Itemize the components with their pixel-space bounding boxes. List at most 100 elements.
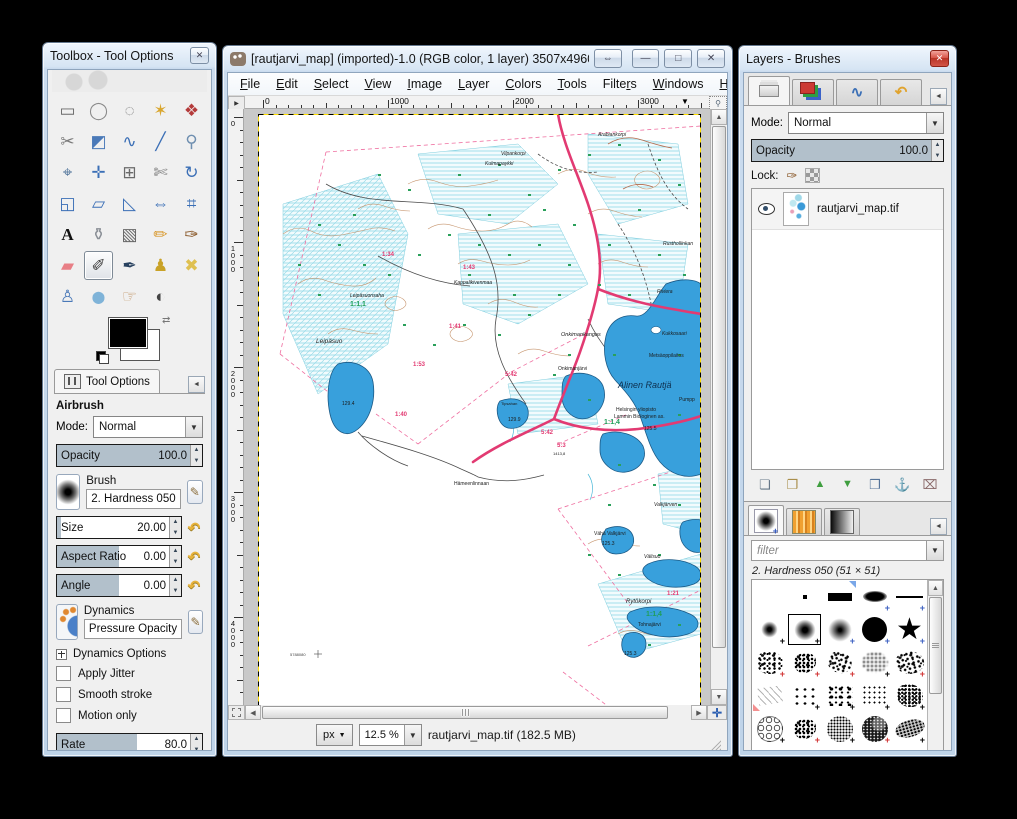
vertical-scrollbar[interactable]: ▲ ▼ bbox=[710, 109, 727, 705]
brush-item[interactable]: + bbox=[787, 679, 822, 712]
maximize-button[interactable]: □ bbox=[664, 49, 692, 68]
brush-item[interactable]: + bbox=[892, 679, 927, 712]
image-window-titlebar[interactable]: [rautjarvi_map] (imported)-1.0 (RGB colo… bbox=[223, 46, 732, 71]
delete-layer-button[interactable]: ⌧ bbox=[919, 474, 941, 494]
brush-item[interactable] bbox=[752, 679, 787, 712]
aspect-ratio-slider[interactable]: Aspect Ratio0.00▲▼ bbox=[56, 545, 182, 568]
color-picker-tool[interactable]: ╱ bbox=[146, 127, 175, 156]
menu-view[interactable]: View bbox=[356, 74, 399, 94]
spin-up-icon[interactable]: ▲ bbox=[932, 140, 943, 151]
resize-grip[interactable] bbox=[709, 738, 721, 750]
brush-item[interactable]: + bbox=[857, 646, 892, 679]
menu-image[interactable]: Image bbox=[399, 74, 450, 94]
brush-item[interactable]: ★+ bbox=[892, 613, 927, 646]
scroll-right-icon[interactable]: ▶ bbox=[691, 705, 707, 720]
spin-down-icon[interactable]: ▼ bbox=[170, 586, 181, 597]
reset-aspect-button[interactable]: ↶ bbox=[185, 547, 203, 567]
size-slider[interactable]: Size20.00▲▼ bbox=[56, 516, 182, 539]
vertical-scroll-thumb[interactable] bbox=[712, 126, 726, 648]
ellipse-select-tool[interactable]: ◯ bbox=[84, 96, 113, 125]
layer-row[interactable]: rautjarvi_map.tif bbox=[752, 189, 943, 230]
paintbrush-tool[interactable]: ✑ bbox=[177, 220, 206, 249]
brush-item[interactable] bbox=[752, 580, 787, 613]
spinner-buttons[interactable]: ▲▼ bbox=[169, 517, 181, 538]
smooth-stroke-checkbox[interactable] bbox=[56, 687, 71, 702]
menu-windows[interactable]: Windows bbox=[645, 74, 712, 94]
lock-paint-icon[interactable]: ✑ bbox=[787, 169, 798, 182]
rectangle-select-tool[interactable]: ▭ bbox=[53, 96, 82, 125]
spin-up-icon[interactable]: ▲ bbox=[170, 517, 181, 528]
free-select-tool[interactable]: ◌ bbox=[115, 96, 144, 125]
swap-colors-icon[interactable]: ⇄ bbox=[162, 315, 170, 326]
toolbox-close-button[interactable]: ✕ bbox=[190, 47, 209, 64]
spinner-buttons[interactable]: ▲▼ bbox=[169, 575, 181, 596]
spin-down-icon[interactable]: ▼ bbox=[191, 745, 202, 752]
move-tool[interactable]: ✛ bbox=[84, 158, 113, 187]
crop-tool[interactable]: ✄ bbox=[146, 158, 175, 187]
spin-up-icon[interactable]: ▲ bbox=[191, 445, 202, 456]
menu-tools[interactable]: Tools bbox=[550, 74, 595, 94]
rotate-tool[interactable]: ↻ bbox=[177, 158, 206, 187]
brush-item[interactable]: + bbox=[822, 646, 857, 679]
gradients-tab[interactable] bbox=[824, 508, 860, 535]
brush-item[interactable] bbox=[892, 745, 927, 751]
brush-thumbnail[interactable] bbox=[56, 474, 80, 510]
chevron-down-icon[interactable]: ▼ bbox=[404, 725, 421, 745]
menu-filters[interactable]: Filters bbox=[595, 74, 645, 94]
text-tool[interactable]: A bbox=[53, 220, 82, 249]
clone-tool[interactable]: ♟ bbox=[146, 251, 175, 280]
perspective-clone-tool[interactable]: ♙ bbox=[53, 282, 82, 311]
horizontal-scroll-thumb[interactable] bbox=[262, 706, 668, 719]
brush-item[interactable]: + bbox=[752, 646, 787, 679]
brush-item[interactable]: + bbox=[857, 679, 892, 712]
vertical-ruler[interactable]: 01000200030004000 bbox=[228, 109, 244, 705]
channels-tab[interactable] bbox=[792, 79, 834, 105]
horizontal-ruler[interactable]: 0100020003000▼ bbox=[245, 96, 709, 109]
edit-brush-button[interactable]: ✎ bbox=[187, 480, 203, 504]
scale-tool[interactable]: ◱ bbox=[53, 189, 82, 218]
apply-jitter-checkbox[interactable] bbox=[56, 666, 71, 681]
paths-tool[interactable]: ∿ bbox=[115, 127, 144, 156]
blur-sharpen-tool[interactable]: ⬤ bbox=[84, 282, 113, 311]
brush-item[interactable]: + bbox=[752, 712, 787, 745]
horizontal-scroll-track[interactable] bbox=[261, 705, 691, 720]
layer-opacity-slider[interactable]: Opacity100.0▲▼ bbox=[751, 139, 944, 162]
canvas-area[interactable]: ArabiankorpiVilpankorpiKulmapaykkiRustho… bbox=[244, 109, 710, 705]
brush-item[interactable]: + bbox=[822, 679, 857, 712]
angle-slider[interactable]: Angle0.00▲▼ bbox=[56, 574, 182, 597]
edit-dynamics-button[interactable]: ✎ bbox=[188, 610, 203, 634]
eraser-tool[interactable]: ▰ bbox=[53, 251, 82, 280]
scroll-left-icon[interactable]: ◀ bbox=[245, 705, 261, 720]
spin-down-icon[interactable]: ▼ bbox=[932, 151, 943, 162]
anchor-layer-button[interactable]: ⚓ bbox=[892, 474, 914, 494]
scroll-down-icon[interactable]: ▼ bbox=[711, 689, 727, 705]
brush-item[interactable]: + bbox=[822, 613, 857, 646]
visibility-eye-icon[interactable] bbox=[758, 203, 775, 215]
toolbox-titlebar[interactable]: Toolbox - Tool Options ✕ bbox=[43, 43, 216, 68]
spin-up-icon[interactable]: ▲ bbox=[170, 575, 181, 586]
dynamics-options-expander[interactable]: Dynamics Options bbox=[56, 648, 203, 660]
bucket-fill-tool[interactable]: ⚱ bbox=[84, 220, 113, 249]
spinner-buttons[interactable]: ▲▼ bbox=[190, 734, 202, 751]
image-paper[interactable]: ArabiankorpiVilpankorpiKulmapaykkiRustho… bbox=[258, 114, 701, 705]
brush-item[interactable]: + bbox=[857, 745, 892, 751]
brush-item[interactable]: + bbox=[857, 613, 892, 646]
brushes-tab[interactable] bbox=[748, 505, 784, 535]
brush-item[interactable]: + bbox=[857, 712, 892, 745]
perspective-tool[interactable]: ◺ bbox=[115, 189, 144, 218]
brush-item[interactable]: + bbox=[752, 745, 787, 751]
brush-item[interactable]: + bbox=[787, 712, 822, 745]
map-canvas-svg[interactable]: ArabiankorpiVilpankorpiKulmapaykkiRustho… bbox=[258, 114, 701, 705]
brush-item[interactable] bbox=[822, 580, 857, 613]
select-by-color-tool[interactable]: ❖ bbox=[177, 96, 206, 125]
new-layer-button[interactable]: ❏ bbox=[754, 474, 776, 494]
dynamics-icon[interactable] bbox=[56, 604, 78, 640]
resize-indicator-button[interactable]: ⇔ bbox=[594, 49, 622, 68]
new-group-button[interactable]: ❐ bbox=[782, 474, 804, 494]
dynamics-name-field[interactable]: Pressure Opacity bbox=[84, 619, 182, 639]
smudge-tool[interactable]: ☞ bbox=[115, 282, 144, 311]
layer-mode-dropdown[interactable]: Normal ▼ bbox=[788, 112, 944, 134]
airbrush-tool[interactable]: ✐ bbox=[84, 251, 113, 280]
spinner-buttons[interactable]: ▲▼ bbox=[169, 546, 181, 567]
align-tool[interactable]: ⊞ bbox=[115, 158, 144, 187]
